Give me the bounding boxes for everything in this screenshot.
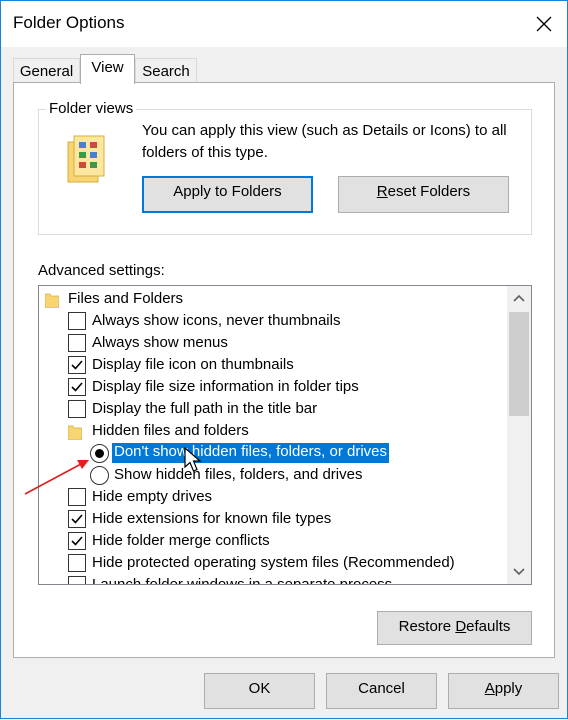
reset-folders-accel: R <box>376 183 388 200</box>
checkbox-checked[interactable] <box>68 356 86 374</box>
folder-views-group: Folder views You can apply this view (su… <box>38 100 532 235</box>
apply-to-folders-button[interactable]: Apply to Folders <box>142 176 313 213</box>
check-icon <box>71 536 83 546</box>
tab-general-label: General <box>19 63 74 80</box>
close-icon <box>536 16 552 32</box>
chevron-up-icon <box>513 294 525 302</box>
scroll-down-button[interactable] <box>507 560 531 584</box>
reset-folders-label: eset Folders <box>387 183 471 200</box>
checkbox[interactable] <box>68 400 86 418</box>
radio-selected[interactable] <box>90 444 109 463</box>
item-label: Display file size information in folder … <box>92 378 359 395</box>
folder-icon <box>45 293 59 308</box>
item-label: Display file icon on thumbnails <box>92 356 294 373</box>
apply-accel: A <box>484 680 495 697</box>
ok-button[interactable]: OK <box>204 673 315 709</box>
check-icon <box>71 360 83 370</box>
folder-views-description: You can apply this view (such as Details… <box>142 122 507 161</box>
folder-views-legend: Folder views <box>46 100 137 117</box>
restore-defaults-accel: D <box>455 618 467 635</box>
checkbox[interactable] <box>68 554 86 572</box>
apply-to-folders-label: Apply to Folders <box>173 183 282 200</box>
item-label: Hide folder merge conflicts <box>92 532 270 549</box>
checkbox-checked[interactable] <box>68 510 86 528</box>
tab-search[interactable]: Search <box>135 58 197 84</box>
tab-view[interactable]: View <box>80 54 135 84</box>
item-label: Hide protected operating system files (R… <box>92 554 455 571</box>
radio[interactable] <box>90 466 109 485</box>
checkbox[interactable] <box>68 576 86 584</box>
apply-button[interactable]: Apply <box>448 673 559 709</box>
ok-label: OK <box>248 680 271 697</box>
check-icon <box>71 514 83 524</box>
reset-folders-button[interactable]: Reset Folders <box>338 176 509 213</box>
item-label: Launch folder windows in a separate proc… <box>92 576 393 585</box>
view-tab-panel: Folder views You can apply this view (su… <box>13 82 555 658</box>
item-label: Display the full path in the title bar <box>92 400 318 417</box>
folder-views-icon <box>67 135 105 183</box>
checkbox-checked[interactable] <box>68 532 86 550</box>
cancel-label: Cancel <box>358 680 405 697</box>
cancel-button[interactable]: Cancel <box>326 673 437 709</box>
item-label: Always show icons, never thumbnails <box>92 312 341 329</box>
category-label: Files and Folders <box>68 290 184 307</box>
advanced-settings-label: Advanced settings: <box>38 262 165 279</box>
folder-options-dialog: Folder Options General View Search Folde… <box>0 0 568 719</box>
checkbox-checked[interactable] <box>68 378 86 396</box>
check-icon <box>71 382 83 392</box>
window-title: Folder Options <box>13 13 125 32</box>
radio-label-selected: Don't show hidden files, folders, or dri… <box>112 443 389 463</box>
tab-general[interactable]: General <box>13 58 80 84</box>
scrollbar-thumb[interactable] <box>509 312 529 416</box>
restore-defaults-button[interactable]: Restore Defaults <box>377 611 532 645</box>
group-label: Hidden files and folders <box>92 422 249 439</box>
tab-view-label: View <box>91 59 124 76</box>
radio-dot <box>95 449 104 458</box>
tab-search-label: Search <box>142 63 190 80</box>
advanced-settings-tree[interactable]: Files and Folders Always show icons, nev… <box>38 285 532 585</box>
restore-defaults-rest: efaults <box>466 618 511 635</box>
scroll-up-button[interactable] <box>507 286 531 310</box>
vertical-scrollbar[interactable] <box>507 286 531 584</box>
close-button[interactable] <box>521 1 567 47</box>
checkbox[interactable] <box>68 312 86 330</box>
mouse-cursor-icon <box>184 447 202 472</box>
checkbox[interactable] <box>68 488 86 506</box>
folder-icon <box>68 425 82 440</box>
chevron-down-icon <box>513 568 525 576</box>
title-bar: Folder Options <box>1 1 567 47</box>
checkbox[interactable] <box>68 334 86 352</box>
item-label: Hide extensions for known file types <box>92 510 332 527</box>
item-label: Always show menus <box>92 334 228 351</box>
radio-label: Show hidden files, folders, and drives <box>114 466 363 483</box>
apply-rest: pply <box>494 680 523 697</box>
item-label: Hide empty drives <box>92 488 213 505</box>
restore-defaults-prefix: Restore <box>398 618 456 635</box>
